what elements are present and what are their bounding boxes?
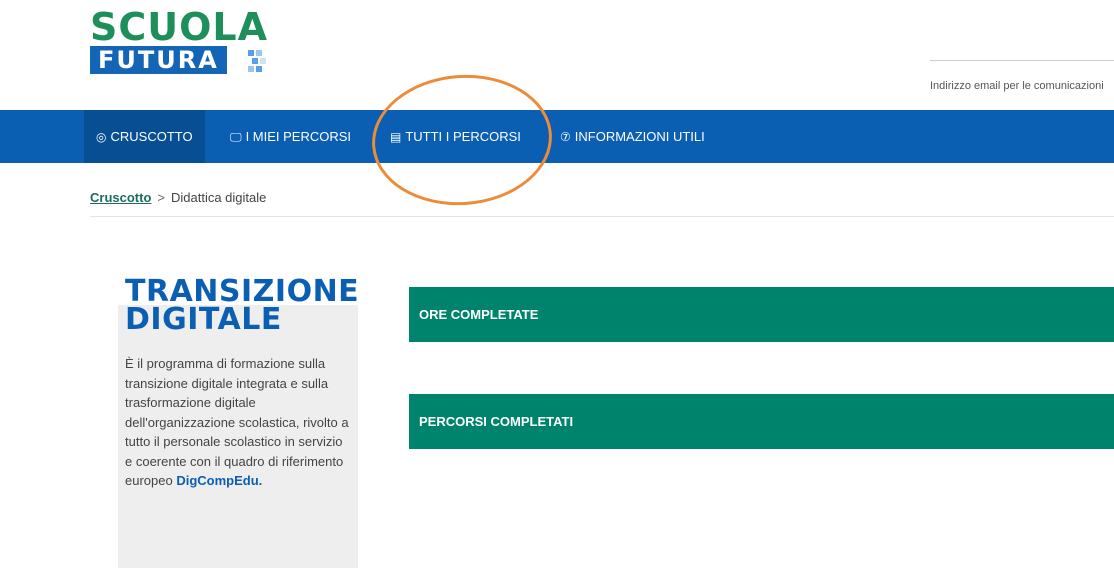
percorsi-completati-panel[interactable]: PERCORSI COMPLETATI (409, 394, 1114, 449)
nav-label: INFORMAZIONI UTILI (574, 129, 705, 144)
program-title: TRANSIZIONE DIGITALE (125, 277, 365, 337)
main-navbar: ◎ CRUSCOTTO 🖵 I MIEI PERCORSI ▤ TUTTI I PER… (0, 110, 1114, 163)
question-icon: ⑦ (560, 130, 571, 144)
program-description-text: È il programma di formazione sulla trans… (125, 356, 349, 488)
nav-miei-percorsi[interactable]: 🖵 I MIEI PERCORSI (222, 110, 359, 163)
ore-completate-panel[interactable]: ORE COMPLETATE (409, 287, 1114, 342)
header-divider (930, 60, 1114, 61)
breadcrumb: Cruscotto > Didattica digitale (90, 190, 266, 205)
breadcrumb-divider (90, 216, 1114, 217)
nav-cruscotto[interactable]: ◎ CRUSCOTTO (84, 110, 205, 163)
breadcrumb-separator: > (157, 190, 165, 205)
logo-pixel-icon (248, 50, 272, 74)
nav-label: CRUSCOTTO (110, 129, 193, 144)
breadcrumb-current: Didattica digitale (170, 190, 267, 205)
scuola-futura-logo[interactable]: SCUOLA FUTURA (90, 5, 272, 76)
digcompedu-highlight: DigCompEdu. (176, 473, 263, 488)
nav-informazioni-utili[interactable]: ⑦ INFORMAZIONI UTILI (552, 110, 713, 163)
logo-line1: SCUOLA (90, 5, 269, 49)
nav-label: I MIEI PERCORSI (245, 129, 352, 144)
program-description: È il programma di formazione sulla trans… (125, 354, 350, 491)
program-title-line2: DIGITALE (125, 302, 282, 337)
breadcrumb-home-link[interactable]: Cruscotto (90, 190, 151, 205)
dashboard-icon: ◎ (96, 130, 107, 144)
monitor-icon: 🖵 (230, 130, 242, 144)
logo-line2: FUTURA (90, 46, 227, 74)
email-note: Indirizzo email per le comunicazioni (930, 80, 1104, 92)
highlight-annotation (367, 68, 557, 212)
